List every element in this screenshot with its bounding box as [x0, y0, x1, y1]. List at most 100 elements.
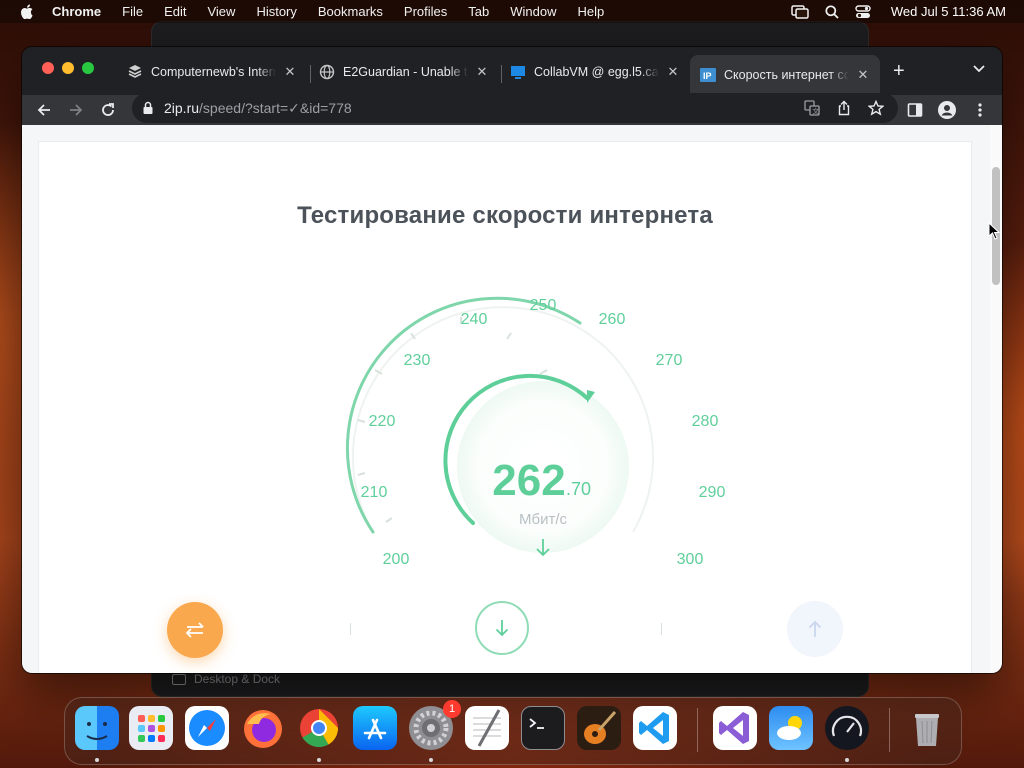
speed-unit: Мбит/с	[519, 511, 568, 528]
dock-finder[interactable]	[75, 706, 119, 750]
tab-search-chevron-icon[interactable]	[972, 64, 986, 74]
speed-test-card: Тестирование скорости интернета 200 210 …	[38, 141, 972, 673]
computernewb-favicon	[128, 65, 142, 78]
download-icon	[495, 620, 509, 637]
reload-icon[interactable]	[98, 100, 118, 120]
menu-window[interactable]: Window	[510, 4, 556, 19]
tab-2ip-speed[interactable]: IP Скорость интернет соединения ✕	[690, 55, 880, 95]
gauge-label-240: 240	[461, 311, 488, 328]
tab-title: CollabVM @ egg.l5.ca	[534, 65, 659, 79]
screen-mirroring-icon[interactable]	[791, 4, 809, 19]
menu-file[interactable]: File	[122, 4, 143, 19]
dock-textedit[interactable]	[465, 706, 509, 750]
firefox-icon	[244, 710, 282, 748]
translate-icon[interactable]: 文	[802, 98, 822, 118]
forward-icon[interactable]	[66, 100, 86, 120]
close-tab-icon[interactable]: ✕	[282, 64, 298, 80]
visual-studio-icon	[719, 712, 749, 744]
lock-icon[interactable]	[142, 101, 154, 115]
speedometer-icon	[831, 715, 863, 737]
browser-toolbar: 2ip.ru/speed/?start=✓&id=778 文	[22, 93, 1002, 125]
running-indicator	[429, 758, 433, 762]
web-page: Тестирование скорости интернета 200 210 …	[22, 125, 990, 673]
desktop-dock-label: Desktop & Dock	[194, 672, 281, 686]
menu-view[interactable]: View	[207, 4, 235, 19]
close-tab-icon[interactable]: ✕	[665, 64, 681, 80]
notification-badge: 1	[443, 700, 461, 718]
url-host: 2ip.ru	[164, 100, 200, 116]
dock-launchpad[interactable]	[129, 706, 173, 750]
menu-bar: Chrome File Edit View History Bookmarks …	[0, 0, 1024, 23]
dock-separator	[697, 708, 698, 752]
dock-app-store[interactable]	[353, 706, 397, 750]
dock-terminal[interactable]	[521, 706, 565, 750]
gauge-label-290: 290	[699, 484, 726, 501]
download-status-button[interactable]	[475, 601, 529, 655]
control-center-icon[interactable]	[855, 4, 871, 19]
menu-history[interactable]: History	[256, 4, 296, 19]
dock-trash[interactable]	[905, 706, 949, 750]
close-window-button[interactable]	[42, 62, 54, 74]
svg-text:文: 文	[812, 107, 819, 116]
terminal-icon	[529, 718, 544, 729]
new-tab-button[interactable]: +	[893, 61, 905, 81]
dock-system-settings[interactable]: 1	[409, 700, 461, 750]
switch-server-button[interactable]	[167, 602, 223, 658]
guitar-icon	[584, 711, 617, 744]
menu-help[interactable]: Help	[578, 4, 605, 19]
address-bar[interactable]: 2ip.ru/speed/?start=✓&id=778 文	[132, 93, 898, 123]
dock-safari[interactable]	[185, 706, 229, 750]
menu-edit[interactable]: Edit	[164, 4, 186, 19]
speed-value-decimal: .70	[566, 479, 591, 499]
tab-collabvm[interactable]: CollabVM @ egg.l5.ca ✕	[500, 57, 690, 87]
close-tab-icon[interactable]: ✕	[474, 64, 490, 80]
gauge-label-280: 280	[692, 413, 719, 430]
menu-bookmarks[interactable]: Bookmarks	[318, 4, 383, 19]
dock-firefox[interactable]	[241, 706, 285, 750]
upload-icon	[808, 620, 822, 637]
vscode-icon	[639, 712, 669, 744]
gauge-label-250: 250	[530, 297, 557, 314]
desktop-dock-setting[interactable]: Desktop & Dock	[172, 672, 280, 686]
gauge-label-230: 230	[404, 352, 431, 369]
zoom-window-button[interactable]	[82, 62, 94, 74]
profile-icon[interactable]	[937, 100, 957, 120]
mouse-cursor-icon	[988, 222, 1000, 240]
menu-app-name[interactable]: Chrome	[52, 4, 101, 19]
dock: 1	[64, 697, 962, 765]
swap-arrows-icon	[185, 622, 204, 638]
tab-e2guardian[interactable]: E2Guardian - Unable to ✕	[309, 57, 499, 87]
side-panel-icon[interactable]	[905, 100, 925, 120]
menu-tab[interactable]: Tab	[468, 4, 489, 19]
share-icon[interactable]	[834, 98, 854, 118]
dock-visual-studio[interactable]	[713, 706, 757, 750]
tab-title: Скорость интернет соединения	[724, 68, 849, 82]
gauge-label-300: 300	[677, 551, 704, 568]
dock-weather[interactable]	[769, 706, 813, 750]
weather-icon	[777, 716, 802, 740]
gauge-label-210: 210	[361, 484, 388, 501]
page-scrollbar[interactable]	[990, 125, 1002, 673]
bookmark-star-icon[interactable]	[866, 98, 886, 118]
svg-text:IP: IP	[703, 71, 712, 81]
dock-chrome[interactable]	[297, 706, 341, 750]
search-icon[interactable]	[825, 4, 839, 19]
tab-strip: Computernewb's Internet ✕ E2Guardian - U…	[22, 47, 1002, 95]
back-icon[interactable]	[34, 100, 54, 120]
menubar-clock[interactable]: Wed Jul 5 11:36 AM	[891, 4, 1006, 19]
collabvm-favicon	[511, 66, 525, 79]
minimize-window-button[interactable]	[62, 62, 74, 74]
running-indicator	[845, 758, 849, 762]
dock-garageband[interactable]	[577, 706, 621, 750]
gauge-label-270: 270	[656, 352, 683, 369]
globe-icon	[319, 64, 335, 80]
close-tab-icon[interactable]: ✕	[855, 67, 871, 83]
dock-speedtest[interactable]	[825, 706, 869, 750]
menu-icon[interactable]	[970, 100, 990, 120]
upload-status-button[interactable]	[787, 601, 843, 657]
launchpad-icon	[138, 715, 165, 742]
dock-vscode[interactable]	[633, 706, 677, 750]
tab-computernewb[interactable]: Computernewb's Internet ✕	[117, 57, 307, 87]
menu-profiles[interactable]: Profiles	[404, 4, 447, 19]
apple-icon[interactable]	[20, 4, 34, 19]
